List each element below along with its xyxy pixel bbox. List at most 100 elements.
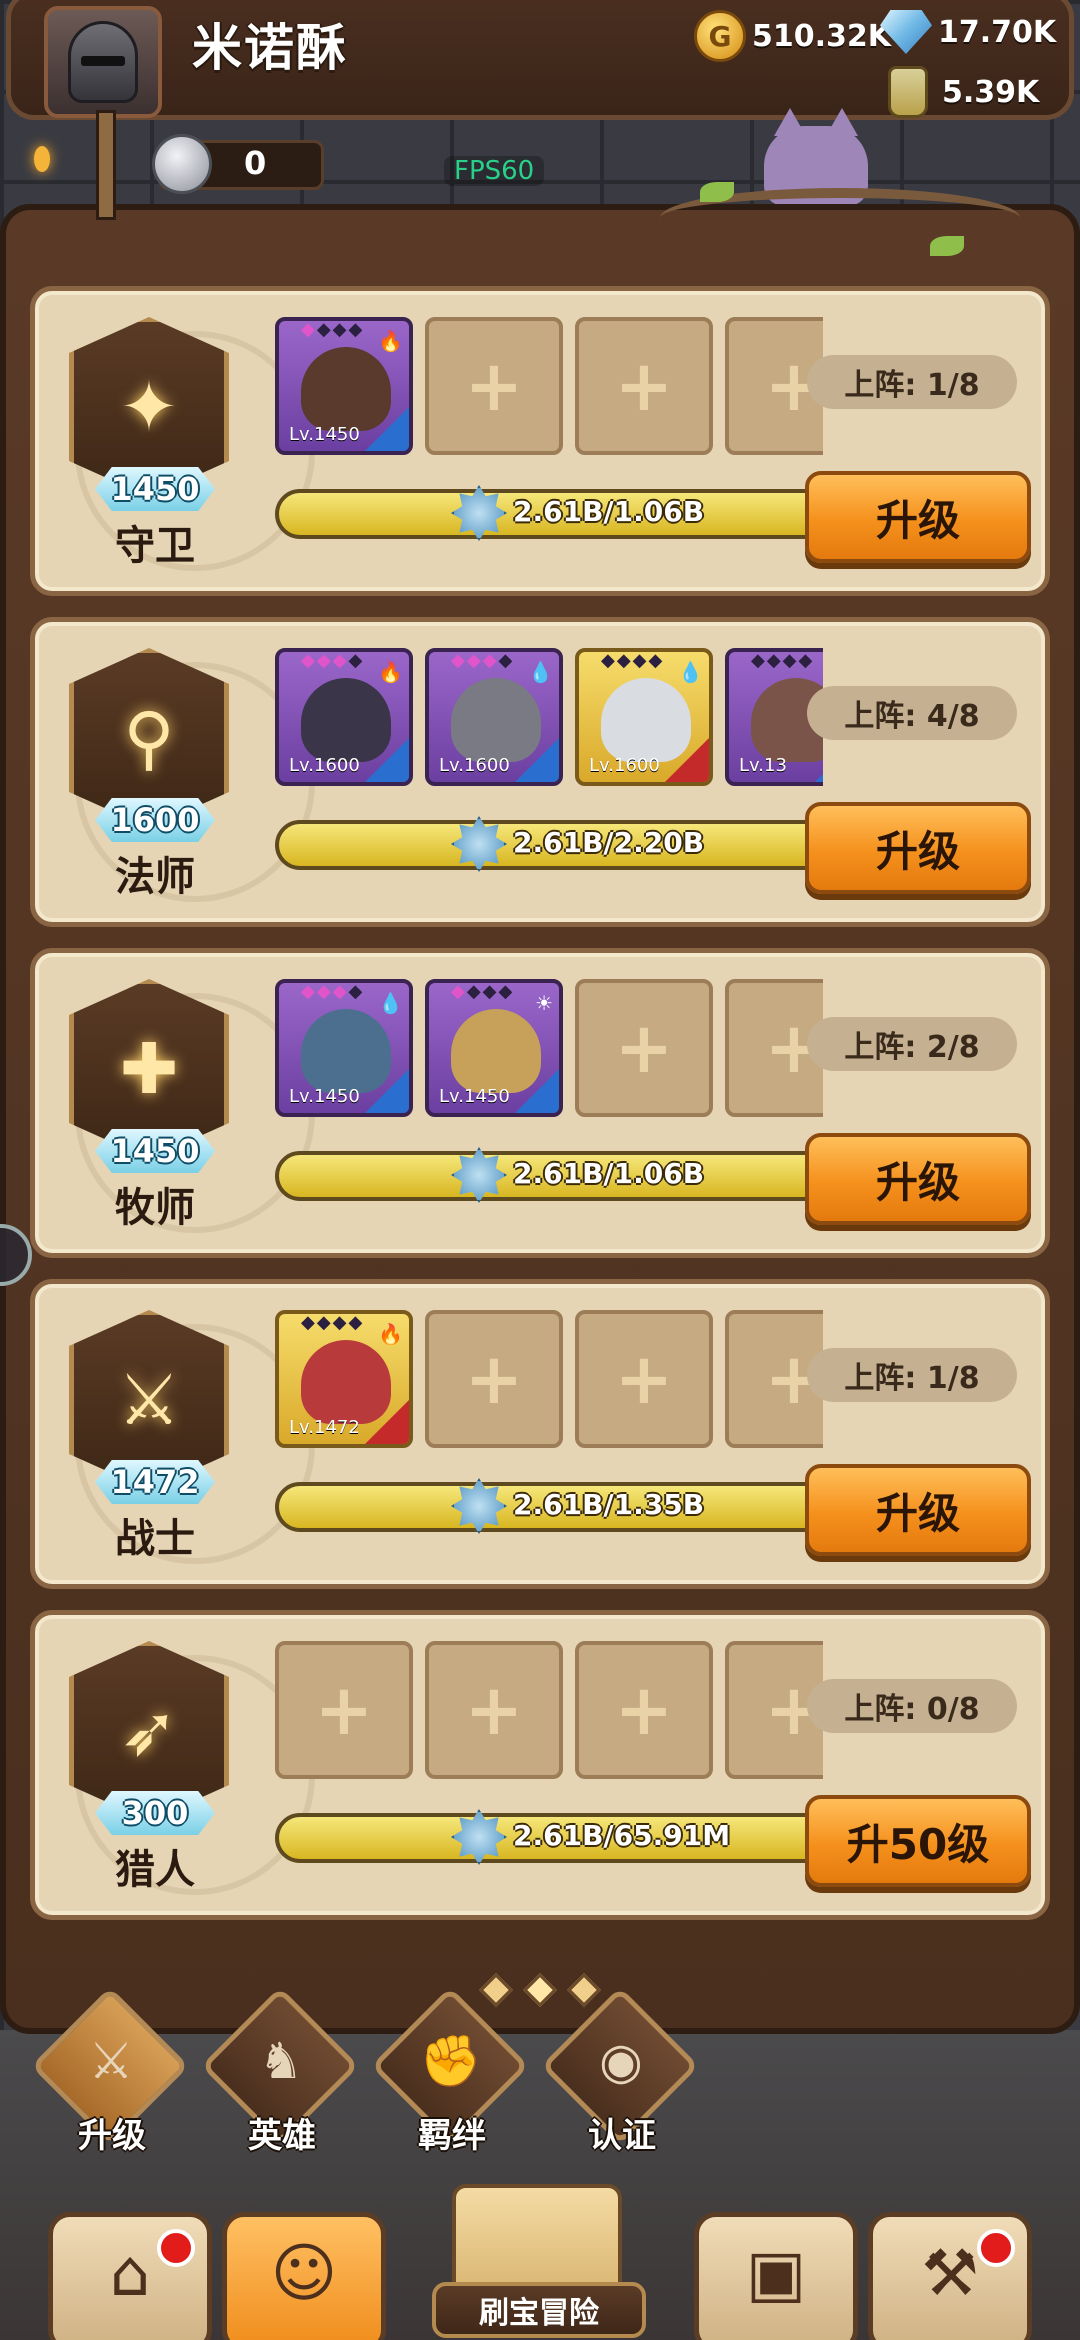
subnav-item[interactable]: ♞ 英雄: [200, 1986, 360, 2160]
fps-indicator: FPS60: [444, 156, 545, 186]
player-avatar[interactable]: [44, 6, 162, 118]
subnav-item[interactable]: ⚔ 升级: [30, 1986, 190, 2160]
hero-level: Lv.1450: [439, 1086, 510, 1107]
notification-badge: [157, 2229, 195, 2267]
diamond-icon: [880, 10, 932, 54]
empty-hero-slot[interactable]: +: [575, 1641, 713, 1779]
hero-portrait: [301, 347, 391, 431]
element-icon: 💧: [378, 991, 403, 1015]
subnav-item[interactable]: ✊ 羁绊: [370, 1986, 530, 2160]
upgrade-progress-bar: 2.61B/1.35B: [275, 1478, 835, 1534]
hero-portrait: [301, 1340, 391, 1424]
gem-counter[interactable]: 17.70K: [880, 10, 1056, 54]
upgrade-cost: 2.61B/2.20B: [513, 826, 705, 859]
empty-hero-slot[interactable]: +: [425, 1641, 563, 1779]
empty-hero-slot[interactable]: +: [575, 979, 713, 1117]
hero-slots: + + + +: [275, 1641, 823, 1791]
star-rank: ◆◆◆◆: [451, 650, 515, 671]
top-bar: 米诺酥 G 510.32K 17.70K 5.39K: [0, 0, 1080, 130]
potion-counter[interactable]: 5.39K: [888, 66, 1039, 118]
plus-icon: +: [464, 1338, 524, 1420]
element-icon: 🔥: [378, 1322, 403, 1346]
hero-portrait: [451, 678, 541, 762]
adventure-button[interactable]: 刷宝冒险: [392, 2184, 688, 2340]
page-indicator: [476, 1970, 606, 2010]
upgrade-button[interactable]: 升级: [805, 802, 1031, 894]
empty-hero-slot[interactable]: +: [425, 1310, 563, 1448]
upgrade-icon: ⚔: [88, 2032, 134, 2090]
element-icon: 🔥: [378, 329, 403, 353]
star-rank: ◆◆◆◆: [301, 650, 365, 671]
potion-jar-icon: [888, 66, 928, 118]
plus-icon: +: [464, 1669, 524, 1751]
potion-value: 5.39K: [942, 74, 1040, 110]
hero-card[interactable]: ◆◆◆◆ 💧 Lv.1600: [575, 648, 713, 786]
hero-slots: ◆◆◆◆ 🔥 Lv.1600 ◆◆◆◆ 💧 Lv.1600 ◆◆◆◆ 💧 Lv.…: [275, 648, 823, 798]
upgrade-progress-bar: 2.61B/65.91M: [275, 1809, 835, 1865]
hero-card[interactable]: ◆◆◆◆ ☀ Lv.1450: [425, 979, 563, 1117]
upgrade-button[interactable]: 升50级: [805, 1795, 1031, 1887]
player-name: 米诺酥: [192, 19, 348, 77]
notification-badge: [977, 2229, 1015, 2267]
subnav-label: 升级: [78, 2116, 146, 2156]
knight-helmet-icon: [68, 21, 138, 103]
bond-icon: ✊: [419, 2032, 483, 2090]
tab-button[interactable]: ☺: [222, 2212, 386, 2340]
silver-coin-icon: [152, 134, 212, 194]
empty-hero-slot[interactable]: +: [275, 1641, 413, 1779]
medal-icon: [451, 1147, 507, 1203]
star-rank: ◆◆◆◆: [751, 650, 815, 671]
bow-icon: ➶: [119, 1690, 179, 1772]
hero-card[interactable]: ◆◆◆◆ 💧 Lv.1600: [425, 648, 563, 786]
tab-button[interactable]: ⌂: [48, 2212, 212, 2340]
class-card: ⚲ 1600 法师 ◆◆◆◆ 🔥 Lv.1600 ◆◆◆◆ 💧 Lv.1600 ◆◆…: [30, 617, 1050, 927]
upgrade-progress-bar: 2.61B/1.06B: [275, 485, 835, 541]
tab-button[interactable]: ▣: [694, 2212, 858, 2340]
upgrade-cost: 2.61B/1.35B: [513, 1488, 705, 1521]
tab-button[interactable]: ⚒: [868, 2212, 1032, 2340]
upgrade-progress-bar: 2.61B/2.20B: [275, 816, 835, 872]
gold-coin-icon: G: [694, 10, 746, 62]
empty-hero-slot[interactable]: +: [425, 317, 563, 455]
star-rank: ◆◆◆◆: [451, 981, 515, 1002]
upgrade-button[interactable]: 升级: [805, 1133, 1031, 1225]
upgrade-cost: 2.61B/65.91M: [513, 1819, 731, 1852]
hero-level: Lv.1450: [289, 424, 360, 445]
medal-icon: [451, 1809, 507, 1865]
cross-icon: ✚: [119, 1028, 179, 1110]
subnav-label: 羁绊: [418, 2116, 486, 2156]
hero-card[interactable]: ◆◆◆◆ 🔥 Lv.1600: [275, 648, 413, 786]
deploy-count: 上阵: 1/8: [807, 355, 1017, 409]
hero-portrait: [301, 678, 391, 762]
plus-icon: +: [614, 1669, 674, 1751]
gold-counter[interactable]: G 510.32K: [694, 10, 891, 62]
upgrade-progress-bar: 2.61B/1.06B: [275, 1147, 835, 1203]
hero-level: Lv.1472: [289, 1417, 360, 1438]
class-card: ⚔ 1472 战士 ◆◆◆◆ 🔥 Lv.1472 + + + 上阵: 1/8 2.6…: [30, 1279, 1050, 1589]
element-icon: ☀: [535, 991, 553, 1015]
hero-portrait: [451, 1009, 541, 1093]
hero-card[interactable]: ◆◆◆◆ 💧 Lv.1450: [275, 979, 413, 1117]
hero-level: Lv.1450: [289, 1086, 360, 1107]
class-card: ✚ 1450 牧师 ◆◆◆◆ 💧 Lv.1450 ◆◆◆◆ ☀ Lv.1450 + …: [30, 948, 1050, 1258]
empty-hero-slot[interactable]: +: [575, 1310, 713, 1448]
hero-icon: ♞: [258, 2032, 304, 2090]
hero-card[interactable]: ◆◆◆◆ 🔥 Lv.1472: [275, 1310, 413, 1448]
class-card: ➶ 300 猎人 + + + + 上阵: 0/8 2.61B/65.91M 升50级: [30, 1610, 1050, 1920]
hero-portrait-icon: ☺: [270, 2237, 338, 2311]
hero-card[interactable]: ◆◆◆◆ 🔥 Lv.1450: [275, 317, 413, 455]
sword-icon: ⚔: [117, 1359, 181, 1441]
star-rank: ◆◆◆◆: [301, 1312, 365, 1333]
class-name: 法师: [115, 854, 195, 900]
subnav-label: 认证: [588, 2116, 656, 2156]
upgrade-button[interactable]: 升级: [805, 471, 1031, 563]
class-name: 猎人: [115, 1847, 195, 1893]
empty-hero-slot[interactable]: +: [575, 317, 713, 455]
element-icon: 💧: [528, 660, 553, 684]
subnav-item[interactable]: ◉ 认证: [540, 1986, 700, 2160]
star-rank: ◆◆◆◆: [301, 319, 365, 340]
medal-icon: [451, 816, 507, 872]
upgrade-button[interactable]: 升级: [805, 1464, 1031, 1556]
gold-value: 510.32K: [752, 18, 892, 54]
hero-level: Lv.13: [739, 755, 787, 776]
